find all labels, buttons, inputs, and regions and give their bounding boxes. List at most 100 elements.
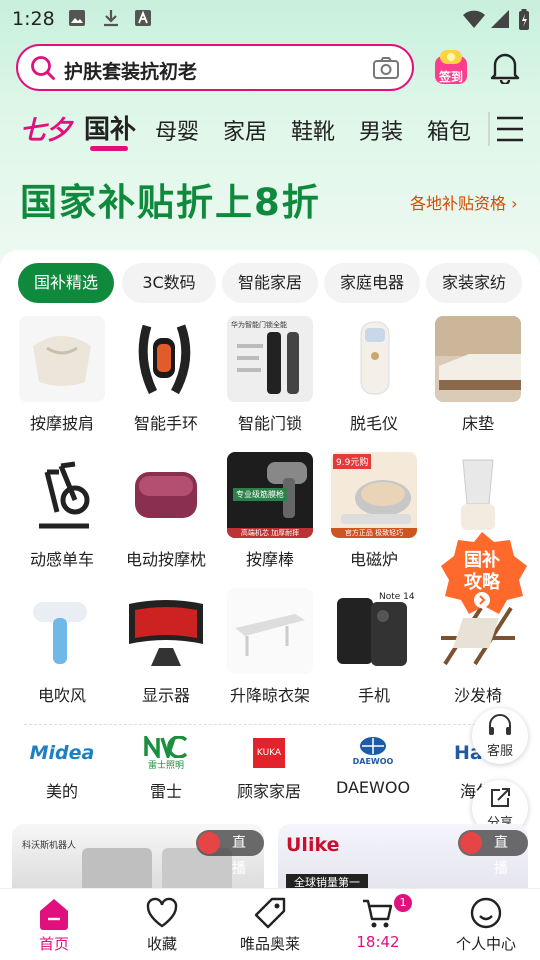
brand-name: 雷士	[149, 782, 182, 801]
bottom-tab-bar: 首页 收藏 唯品奥莱 1 18:42 个人中心	[0, 888, 540, 960]
live-tag-text: 直播	[494, 835, 508, 877]
product-label: 按摩棒	[245, 550, 294, 569]
product-label: 升降晾衣架	[229, 686, 310, 705]
product-image: 9.9元购 官方正品 极致轻巧	[331, 452, 417, 538]
live-tag: 直播	[458, 830, 528, 877]
tab-home[interactable]: 首页	[0, 889, 108, 960]
home-icon	[40, 899, 68, 930]
product-phone[interactable]: Note 14 手机	[330, 588, 418, 706]
product-image-bottom-text: 官方正品 极致轻巧	[331, 528, 417, 538]
brand-logo-text: DAEWOO	[352, 757, 394, 766]
product-image: 专业级筋膜枪 高端机芯 加厚耐摔	[227, 452, 313, 538]
product-image-text: 专业级筋膜枪	[233, 488, 287, 501]
search-icon	[31, 56, 55, 80]
product-massage-shawl[interactable]: 按摩披肩	[18, 316, 106, 434]
download-icon	[104, 10, 118, 27]
product-hair-dryer[interactable]: 电吹风	[18, 588, 106, 706]
tab-outlet[interactable]: 唯品奥莱	[216, 889, 324, 960]
product-mattress[interactable]: 床垫	[434, 316, 522, 434]
tab-favorites[interactable]: 收藏	[108, 889, 216, 960]
live-card-ecovacs[interactable]: 科沃斯机器人 直播	[12, 824, 264, 890]
chip-smart-home[interactable]: 智能家居	[222, 263, 318, 303]
product-massage-gun[interactable]: 专业级筋膜枪 高端机芯 加厚耐摔 按摩棒	[226, 452, 314, 570]
smile-icon	[470, 897, 502, 929]
image-icon	[69, 10, 85, 26]
product-hair-removal[interactable]: 脱毛仪	[330, 316, 418, 434]
tab-xiangbao[interactable]: 箱包	[427, 114, 471, 146]
live-icon	[198, 832, 220, 854]
battery-icon	[519, 9, 529, 30]
tab-nanzhuang[interactable]: 男装	[359, 114, 403, 146]
brand-nvc[interactable]: 雷士照明 雷士	[121, 736, 211, 802]
product-label: 床垫	[461, 414, 494, 433]
product-label: 手机	[357, 686, 390, 705]
product-smart-lock[interactable]: 华为智能门锁全能 智能门锁	[226, 316, 314, 434]
product-label: 电动按摩枕	[125, 550, 206, 569]
headset-icon	[489, 714, 511, 735]
customer-service-button[interactable]: 客服	[472, 708, 528, 764]
daewoo-logo: DAEWOO	[328, 736, 418, 770]
festival-tab[interactable]: 七夕	[20, 110, 72, 147]
brand-logo-text: KUKA	[253, 738, 285, 768]
tag-icon	[254, 897, 286, 929]
chip-guobu-jingxuan[interactable]: 国补精选	[18, 263, 114, 303]
tab-profile[interactable]: 个人中心	[432, 889, 540, 960]
search-bar[interactable]: 护肤套装抗初老	[16, 44, 414, 91]
status-bar: 1:28	[0, 0, 540, 36]
brand-name: DAEWOO	[335, 778, 411, 797]
product-label: 动感单车	[29, 550, 94, 569]
tab-cart[interactable]: 1 18:42	[324, 889, 432, 960]
product-label: 按摩披肩	[29, 414, 94, 433]
brand-name: 顾家家居	[236, 782, 301, 801]
category-menu-icon[interactable]	[487, 110, 525, 148]
guobu-strategy-badge[interactable]: 国补 攻略	[437, 530, 527, 622]
tab-label: 18:42	[356, 933, 400, 951]
product-label: 电吹风	[37, 686, 86, 705]
product-massage-pillow[interactable]: 电动按摩枕	[122, 452, 210, 570]
product-spin-bike[interactable]: 动感单车	[18, 452, 106, 570]
product-image	[123, 452, 209, 538]
brand-logo-text: 雷士照明	[147, 761, 184, 771]
tab-muying[interactable]: 母婴	[155, 114, 199, 146]
notification-bell-icon[interactable]	[488, 50, 522, 84]
chip-3c[interactable]: 3C数码	[122, 263, 216, 303]
tab-label: 个人中心	[455, 935, 516, 953]
tab-guobu[interactable]: 国补	[84, 109, 136, 146]
product-image: Note 14	[331, 588, 417, 674]
tab-jiaju[interactable]: 家居	[223, 114, 267, 146]
product-label: 显示器	[141, 686, 190, 705]
live-brand: Ulike	[286, 834, 340, 856]
share-icon	[491, 788, 510, 807]
chip-appliance[interactable]: 家庭电器	[324, 263, 420, 303]
product-monitor[interactable]: 显示器	[122, 588, 210, 706]
signin-button[interactable]: 签到	[432, 48, 470, 86]
product-smart-band[interactable]: 智能手环	[122, 316, 210, 434]
service-label: 客服	[486, 744, 513, 759]
product-image	[331, 316, 417, 402]
live-tag: 直播	[196, 830, 264, 877]
live-card-ulike[interactable]: Ulike 全球销量第一 直播	[278, 824, 528, 890]
product-image	[19, 588, 105, 674]
product-drying-rack[interactable]: 升降晾衣架	[226, 588, 314, 706]
search-query: 护肤套装抗初老	[64, 61, 198, 83]
brand-daewoo[interactable]: DAEWOO DAEWOO	[328, 736, 418, 797]
badge-line2: 攻略	[464, 572, 500, 593]
product-label: 智能门锁	[237, 414, 302, 433]
product-image-text: Note 14	[379, 592, 415, 602]
brand-kuka[interactable]: KUKA 顾家家居	[224, 736, 314, 802]
product-induction-cooker[interactable]: 9.9元购 官方正品 极致轻巧 电磁炉	[330, 452, 418, 570]
brand-logo-text: Midea	[29, 742, 95, 764]
subsidy-eligibility-link[interactable]: 各地补贴资格 ›	[410, 190, 518, 214]
live-icon	[460, 832, 482, 854]
section-divider	[24, 724, 516, 725]
product-label: 沙发椅	[453, 686, 502, 705]
cart-badge: 1	[394, 894, 412, 912]
product-image	[435, 452, 521, 538]
tab-label: 收藏	[146, 935, 177, 953]
chip-decor[interactable]: 家装家纺	[426, 263, 522, 303]
tab-xiexue[interactable]: 鞋靴	[291, 114, 335, 146]
brand-midea[interactable]: Midea 美的	[17, 736, 107, 802]
product-image	[19, 452, 105, 538]
camera-icon[interactable]	[372, 55, 400, 81]
active-tab-indicator	[90, 146, 128, 151]
